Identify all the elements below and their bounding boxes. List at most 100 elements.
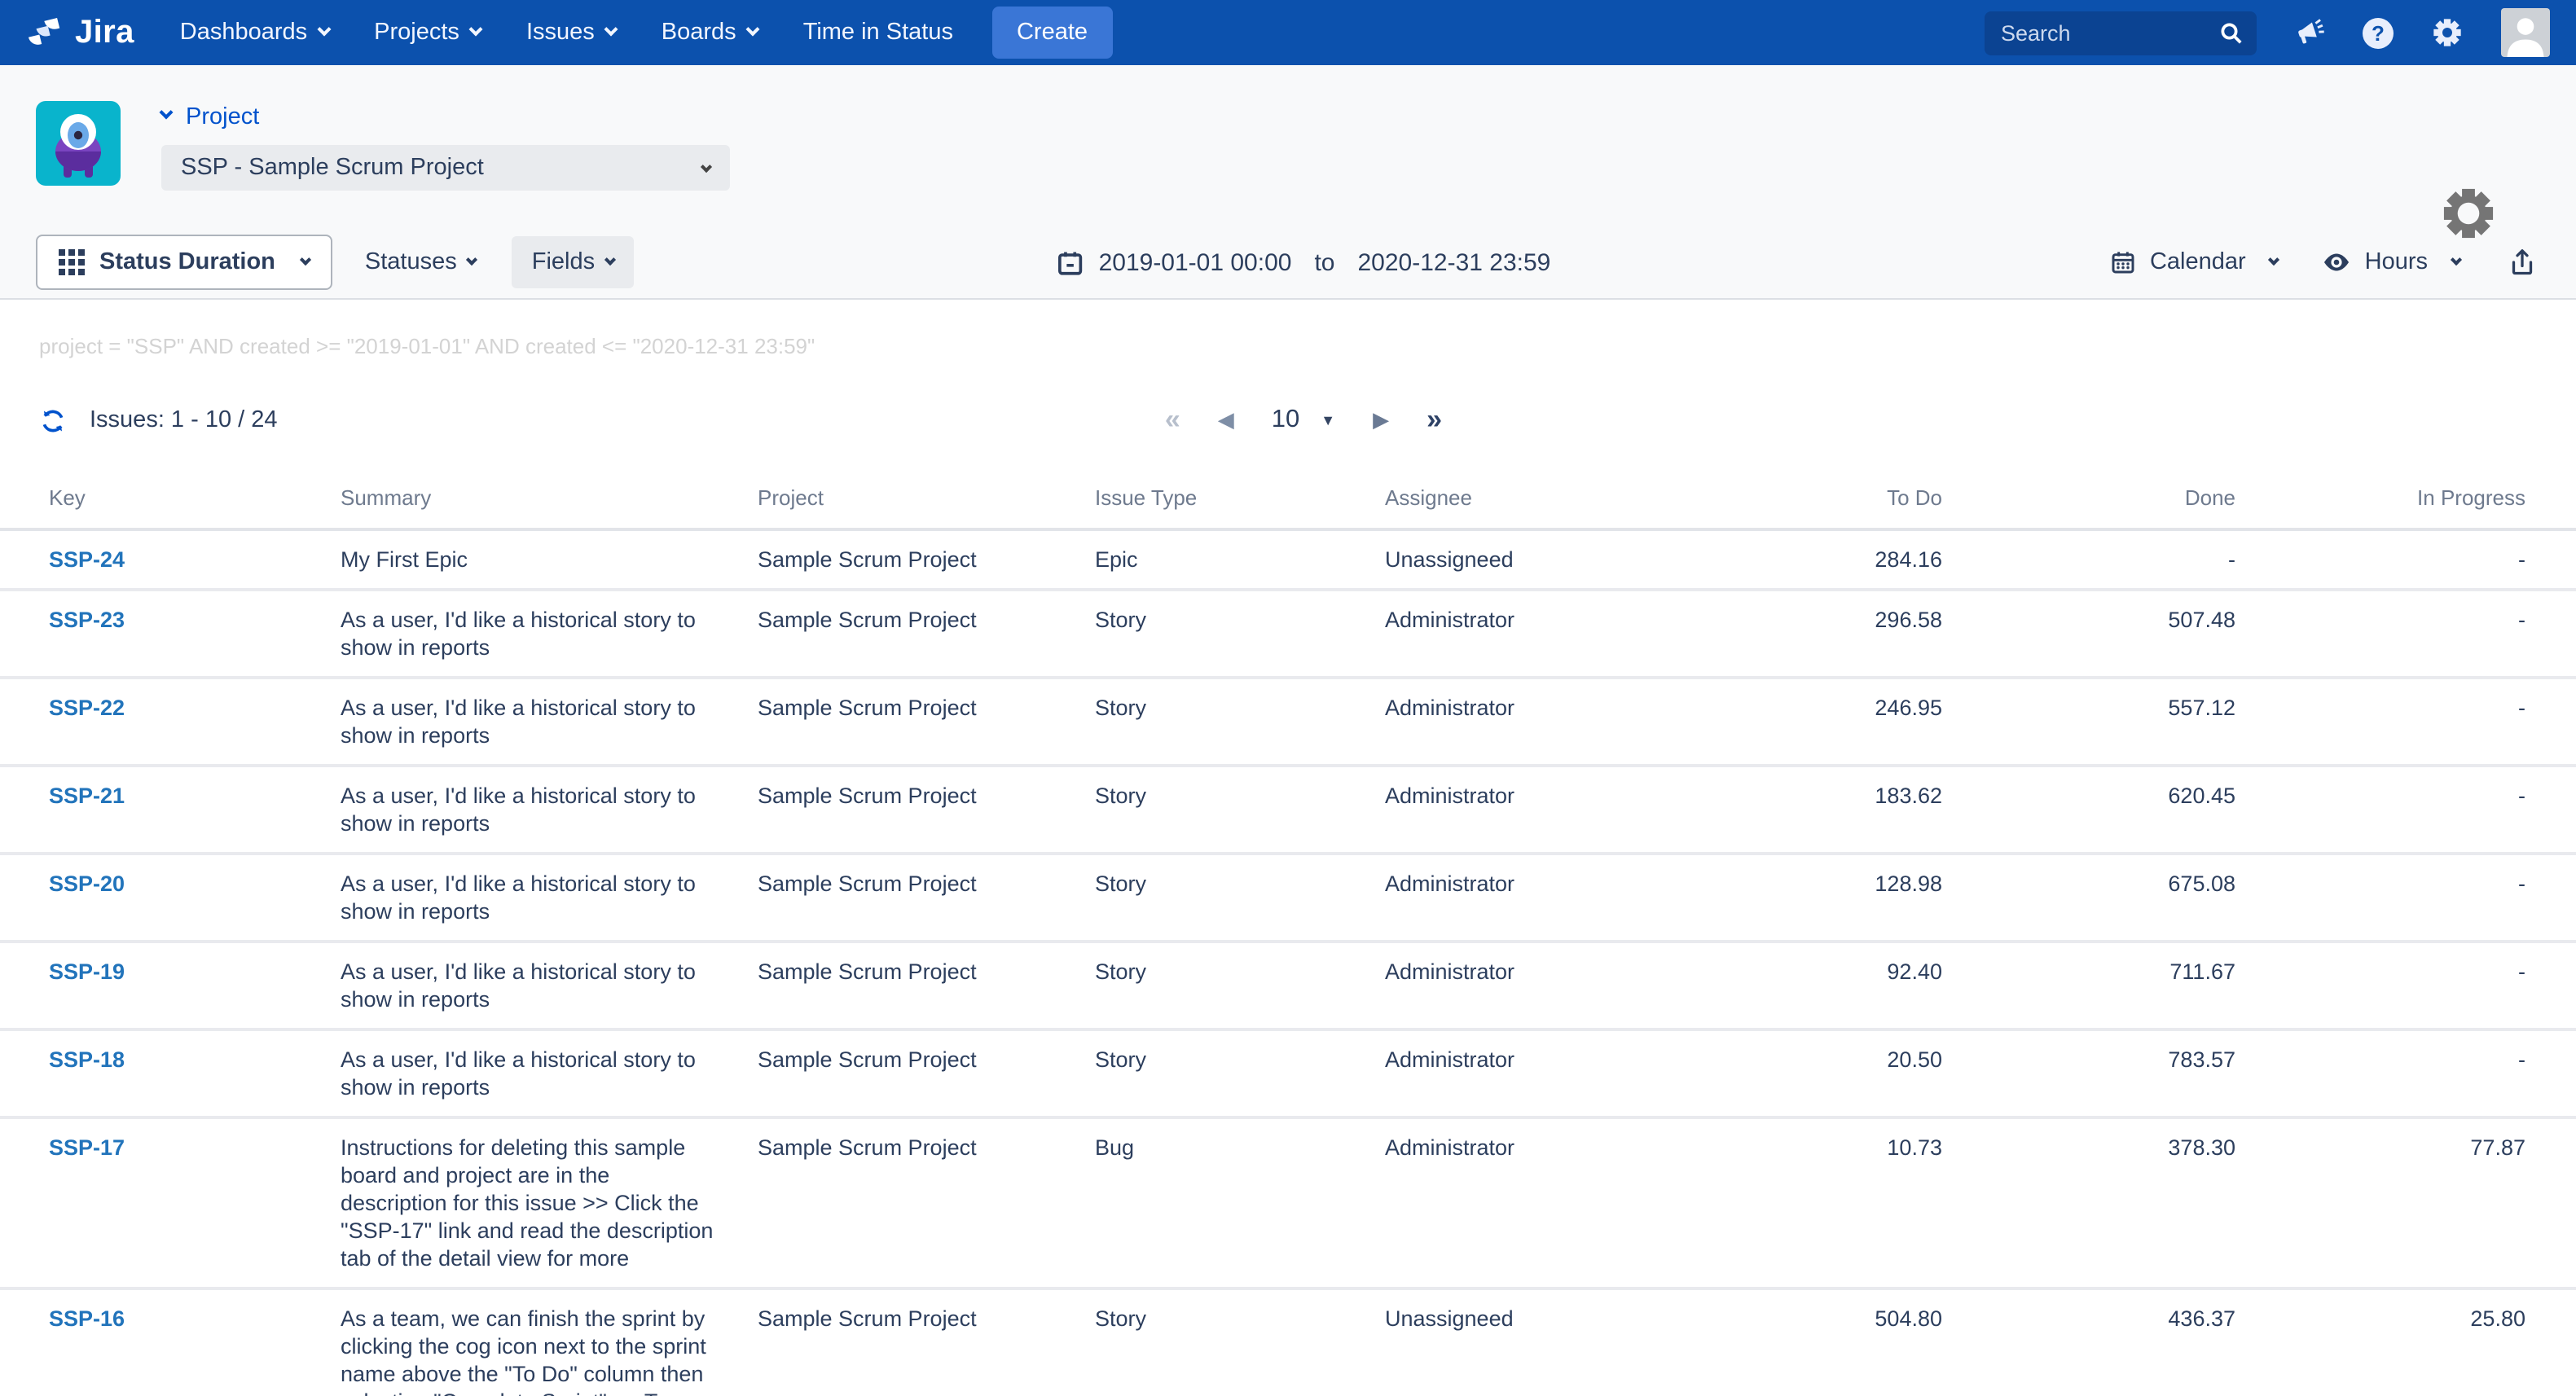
issue-todo-value: 246.95 (1711, 679, 1942, 764)
app-root: Jira Dashboards Projects Issues Boards T… (0, 0, 2576, 1396)
issue-summary: As a user, I'd like a historical story t… (341, 943, 758, 1028)
issue-todo-value: 504.80 (1711, 1290, 1942, 1396)
issue-assignee: Administrator (1385, 943, 1711, 1028)
nav-item-issues[interactable]: Issues (526, 20, 616, 46)
issue-inprogress-value: 77.87 (2235, 1119, 2525, 1287)
issue-project: Sample Scrum Project (758, 767, 1095, 852)
date-to[interactable]: 2020-12-31 23:59 (1357, 248, 1550, 276)
create-button[interactable]: Create (992, 7, 1112, 59)
issue-key-link[interactable]: SSP-16 (49, 1306, 125, 1331)
issue-key-link[interactable]: SSP-22 (49, 696, 125, 720)
issue-type: Story (1095, 855, 1385, 940)
col-header-issue-type: Issue Type (1095, 485, 1385, 528)
table-row: SSP-19 As a user, I'd like a historical … (0, 943, 2576, 1031)
page-size-select[interactable]: 10 ▼ (1272, 406, 1335, 435)
issue-type: Story (1095, 679, 1385, 764)
issues-bar: Issues: 1 - 10 / 24 « ◀ 10 ▼ ▶ » (0, 396, 2576, 445)
col-header-key: Key (49, 485, 341, 528)
issue-done-value: 620.45 (1942, 767, 2235, 852)
nav-item-time-in-status[interactable]: Time in Status (803, 20, 953, 46)
issue-inprogress-value: - (2235, 767, 2525, 852)
issue-todo-value: 128.98 (1711, 855, 1942, 940)
navbar-right: ? (1985, 8, 2550, 57)
issues-count: Issues: 1 - 10 / 24 (90, 407, 278, 433)
issue-project: Sample Scrum Project (758, 531, 1095, 588)
first-page-button[interactable]: « (1165, 404, 1180, 437)
table-row: SSP-16 As a team, we can finish the spri… (0, 1290, 2576, 1396)
date-range-picker[interactable]: 2019-01-01 00:00 to 2020-12-31 23:59 (1057, 248, 1551, 276)
issue-project: Sample Scrum Project (758, 1290, 1095, 1396)
issue-project: Sample Scrum Project (758, 679, 1095, 764)
project-select-value: SSP - Sample Scrum Project (181, 155, 484, 181)
nav-item-boards[interactable]: Boards (662, 20, 758, 46)
issue-key-link[interactable]: SSP-19 (49, 959, 125, 984)
report-type-button[interactable]: Status Duration (36, 235, 332, 290)
issue-inprogress-value: - (2235, 531, 2525, 588)
eye-icon (2323, 248, 2352, 277)
col-header-in-progress: In Progress (2235, 485, 2525, 528)
last-page-button[interactable]: » (1426, 404, 1442, 437)
issue-done-value: 507.48 (1942, 591, 2235, 676)
brand-name: Jira (75, 14, 134, 51)
issue-key-link[interactable]: SSP-20 (49, 871, 125, 896)
issue-todo-value: 183.62 (1711, 767, 1942, 852)
issue-done-value: 436.37 (1942, 1290, 2235, 1396)
chevron-down-icon (468, 23, 482, 37)
chevron-down-icon (2451, 253, 2462, 265)
search-input[interactable] (1985, 20, 2257, 45)
issue-done-value: 783.57 (1942, 1031, 2235, 1116)
issue-project: Sample Scrum Project (758, 943, 1095, 1028)
issue-key-link[interactable]: SSP-24 (49, 547, 125, 572)
help-icon[interactable]: ? (2363, 17, 2394, 48)
export-icon[interactable] (2508, 248, 2537, 277)
table-row: SSP-21 As a user, I'd like a historical … (0, 767, 2576, 855)
refresh-icon[interactable] (39, 406, 67, 434)
col-header-project: Project (758, 485, 1095, 528)
issue-key-link[interactable]: SSP-18 (49, 1047, 125, 1072)
date-from[interactable]: 2019-01-01 00:00 (1099, 248, 1292, 276)
prev-page-button[interactable]: ◀ (1218, 407, 1234, 433)
date-separator: to (1314, 248, 1334, 276)
issue-done-value: 711.67 (1942, 943, 2235, 1028)
statuses-button[interactable]: Statuses (345, 236, 496, 288)
issue-key-link[interactable]: SSP-21 (49, 784, 125, 808)
search-box (1985, 11, 2257, 55)
issue-inprogress-value: - (2235, 679, 2525, 764)
gear-icon[interactable] (2431, 16, 2464, 49)
project-section-toggle[interactable]: Project (161, 104, 730, 130)
issue-type: Bug (1095, 1119, 1385, 1287)
fields-button[interactable]: Fields (512, 236, 634, 288)
issue-inprogress-value: - (2235, 591, 2525, 676)
issue-type: Epic (1095, 531, 1385, 588)
user-avatar[interactable] (2501, 8, 2550, 57)
col-header-done: Done (1942, 485, 2235, 528)
jira-logo[interactable]: Jira (23, 11, 134, 54)
issue-type: Story (1095, 591, 1385, 676)
calendar-dropdown[interactable]: Calendar (2111, 249, 2279, 275)
announcements-icon[interactable] (2294, 17, 2325, 48)
issue-key-link[interactable]: SSP-23 (49, 608, 125, 632)
issue-key-link[interactable]: SSP-17 (49, 1135, 125, 1160)
next-page-button[interactable]: ▶ (1373, 407, 1389, 433)
search-icon[interactable] (2219, 20, 2244, 45)
issue-inprogress-value: - (2235, 943, 2525, 1028)
project-select[interactable]: SSP - Sample Scrum Project (161, 145, 730, 191)
issue-summary: As a team, we can finish the sprint by c… (341, 1290, 758, 1396)
issue-inprogress-value: 25.80 (2235, 1290, 2525, 1396)
table-row: SSP-18 As a user, I'd like a historical … (0, 1031, 2576, 1119)
nav-menu: Dashboards Projects Issues Boards Time i… (180, 20, 953, 46)
issue-assignee: Unassigneed (1385, 1290, 1711, 1396)
issue-summary: As a user, I'd like a historical story t… (341, 591, 758, 676)
issue-assignee: Unassigneed (1385, 531, 1711, 588)
project-picker: Project SSP - Sample Scrum Project (161, 101, 730, 191)
hours-dropdown[interactable]: Hours (2323, 248, 2460, 277)
issue-assignee: Administrator (1385, 679, 1711, 764)
chevron-down-icon (604, 23, 618, 37)
issue-type: Story (1095, 767, 1385, 852)
table-row: SSP-20 As a user, I'd like a historical … (0, 855, 2576, 943)
issues-table-header: Key Summary Project Issue Type Assignee … (0, 485, 2576, 531)
issue-assignee: Administrator (1385, 1031, 1711, 1116)
project-picker-row: Project SSP - Sample Scrum Project (0, 65, 2576, 191)
nav-item-dashboards[interactable]: Dashboards (180, 20, 328, 46)
nav-item-projects[interactable]: Projects (374, 20, 481, 46)
